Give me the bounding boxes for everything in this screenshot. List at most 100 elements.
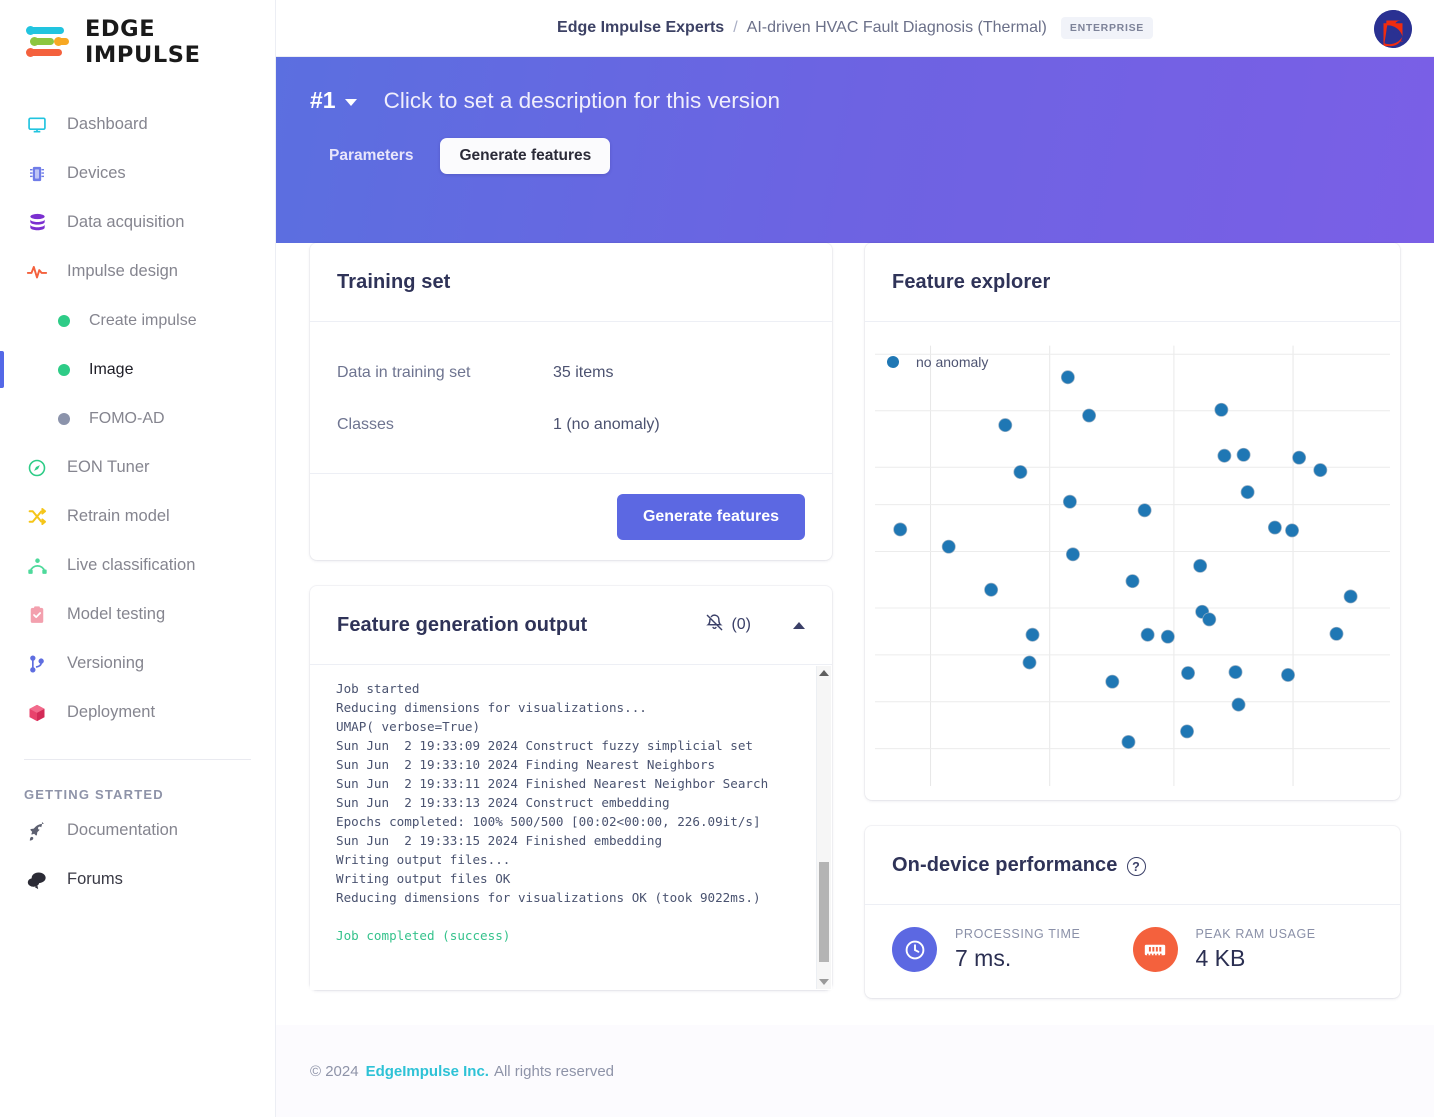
scatter-point[interactable]: [1231, 697, 1246, 712]
log-success-text: Job completed (success): [336, 928, 511, 943]
scatter-point[interactable]: [1181, 666, 1195, 680]
topbar: Edge Impulse Experts / AI-driven HVAC Fa…: [276, 0, 1434, 57]
performance-card-header: On-device performance?: [865, 826, 1400, 905]
scatter-point[interactable]: [1281, 668, 1295, 682]
scatter-point[interactable]: [1202, 612, 1217, 627]
scatter-point[interactable]: [1137, 503, 1152, 518]
legend-color-dot: [887, 356, 899, 368]
shuffle-icon: [24, 505, 50, 529]
sidebar-item-dashboard[interactable]: Dashboard: [0, 100, 275, 149]
metric-value: 7 ms.: [955, 945, 1012, 971]
scatter-point[interactable]: [1013, 465, 1028, 479]
sidebar-item-label: Forums: [67, 870, 123, 888]
breadcrumb-organization[interactable]: Edge Impulse Experts: [557, 19, 724, 37]
clock-icon: [892, 927, 937, 972]
tab-generate-features[interactable]: Generate features: [440, 138, 611, 174]
feature-explorer-body: no anomaly: [865, 322, 1400, 800]
scatter-point[interactable]: [1025, 627, 1040, 642]
scatter-point[interactable]: [1082, 408, 1097, 423]
scroll-down-arrow-icon[interactable]: [819, 979, 829, 985]
sidebar-item-model-testing[interactable]: Model testing: [0, 590, 275, 639]
scatter-point[interactable]: [1217, 448, 1232, 463]
scrollbar-thumb[interactable]: [819, 862, 829, 962]
avatar[interactable]: [1374, 10, 1412, 48]
sidebar-item-label: EON Tuner: [67, 458, 150, 476]
scatter-point[interactable]: [1329, 626, 1344, 641]
version-description[interactable]: Click to set a description for this vers…: [384, 88, 780, 114]
scatter-point[interactable]: [984, 582, 999, 597]
scatter-point[interactable]: [1228, 665, 1243, 680]
node-graph-icon: [24, 554, 50, 578]
scatter-plot-svg[interactable]: [875, 338, 1390, 786]
scatter-point[interactable]: [1193, 558, 1208, 573]
scatter-point[interactable]: [1060, 370, 1075, 385]
scatter-point[interactable]: [893, 522, 908, 537]
sidebar-item-deployment[interactable]: Deployment: [0, 688, 275, 737]
scatter-point[interactable]: [1267, 520, 1282, 535]
scatter-plot[interactable]: no anomaly: [875, 338, 1390, 786]
scatter-point[interactable]: [1214, 402, 1229, 417]
status-dot-icon: [58, 412, 70, 425]
scatter-point[interactable]: [1105, 674, 1120, 689]
scatter-point[interactable]: [1180, 724, 1194, 739]
sidebar-subitem-image[interactable]: Image: [0, 345, 275, 394]
cube-icon: [24, 701, 50, 725]
edge-impulse-logo-icon: [24, 25, 71, 59]
footer-company[interactable]: EdgeImpulse Inc.: [366, 1063, 489, 1080]
scatter-point[interactable]: [1062, 494, 1077, 509]
question-mark-icon[interactable]: ?: [1126, 857, 1146, 877]
clipboard-check-icon: [24, 603, 50, 627]
scatter-point[interactable]: [1140, 627, 1155, 642]
breadcrumb-project[interactable]: AI-driven HVAC Fault Diagnosis (Thermal): [747, 19, 1047, 37]
sidebar-item-retrain-model[interactable]: Retrain model: [0, 492, 275, 541]
sidebar-item-label: Versioning: [67, 654, 145, 672]
generate-features-button[interactable]: Generate features: [616, 494, 805, 540]
scatter-point[interactable]: [1125, 574, 1140, 589]
version-number[interactable]: #1: [310, 87, 336, 114]
sidebar-subitem-create-impulse[interactable]: Create impulse: [0, 296, 275, 345]
sidebar-item-versioning[interactable]: Versioning: [0, 639, 275, 688]
sidebar-subitem-fomo-ad[interactable]: FOMO-AD: [0, 394, 275, 443]
scatter-point[interactable]: [1343, 589, 1358, 604]
sidebar-item-label: Devices: [67, 164, 126, 182]
scatter-points[interactable]: [893, 370, 1358, 749]
scatter-point[interactable]: [998, 418, 1013, 433]
scatter-point[interactable]: [1022, 655, 1037, 670]
scatter-point[interactable]: [1160, 629, 1175, 644]
sidebar-item-documentation[interactable]: Documentation: [0, 806, 275, 855]
tabs: Parameters Generate features: [310, 138, 1400, 174]
card-title: Feature generation output: [337, 613, 588, 636]
sidebar-item-impulse-design[interactable]: Impulse design: [0, 247, 275, 296]
mute-notifications-toggle[interactable]: (0): [705, 613, 751, 637]
sidebar-section-title: GETTING STARTED: [24, 787, 164, 802]
avatar-logo-icon: [1374, 10, 1412, 48]
chevron-up-icon[interactable]: [793, 621, 805, 629]
pulse-icon: [24, 260, 50, 284]
sidebar-item-devices[interactable]: Devices: [0, 149, 275, 198]
left-column: Training set Data in training set 35 ite…: [310, 243, 832, 990]
sidebar-item-forums[interactable]: Forums: [0, 855, 275, 904]
scatter-point[interactable]: [1292, 450, 1307, 465]
scatter-point[interactable]: [1121, 735, 1136, 749]
scatter-point[interactable]: [1285, 523, 1299, 538]
sidebar-item-live-classification[interactable]: Live classification: [0, 541, 275, 590]
scatter-point[interactable]: [1065, 547, 1080, 562]
info-value: 1 (no anomaly): [553, 416, 660, 433]
scatter-point[interactable]: [1313, 463, 1328, 478]
sidebar-item-eon-tuner[interactable]: EON Tuner: [0, 443, 275, 492]
performance-card-body: PROCESSING TIME 7 ms. PEAK RAM USAGE 4 K…: [865, 905, 1400, 998]
brand-logo-area[interactable]: EDGE IMPULSE: [0, 0, 275, 68]
scatter-point[interactable]: [1236, 447, 1251, 462]
sidebar-item-data-acquisition[interactable]: Data acquisition: [0, 198, 275, 247]
chevron-down-icon[interactable]: [344, 98, 357, 106]
scroll-up-arrow-icon[interactable]: [819, 670, 829, 676]
training-set-card: Training set Data in training set 35 ite…: [310, 243, 832, 560]
performance-title-text: On-device performance: [892, 853, 1118, 876]
info-row: Classes 1 (no anomaly): [337, 399, 805, 451]
tab-parameters[interactable]: Parameters: [310, 138, 432, 174]
metric-peak-ram-usage: PEAK RAM USAGE 4 KB: [1132, 927, 1374, 972]
scatter-point[interactable]: [1240, 485, 1255, 500]
log-scrollbar[interactable]: [816, 666, 831, 989]
scatter-point[interactable]: [941, 539, 956, 554]
metric-processing-time: PROCESSING TIME 7 ms.: [892, 927, 1133, 972]
